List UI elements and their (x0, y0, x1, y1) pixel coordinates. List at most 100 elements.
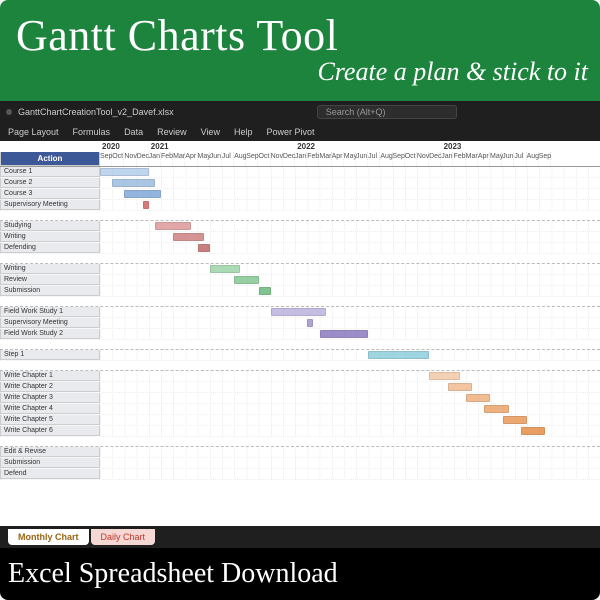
table-row: Course 3 (0, 189, 600, 200)
action-cell[interactable]: Defend (0, 469, 100, 479)
gantt-bar[interactable] (143, 201, 149, 209)
month-label: Jul (368, 152, 380, 166)
action-cell[interactable]: Step 1 (0, 350, 100, 360)
gantt-bar[interactable] (368, 351, 429, 359)
year-label: 2023 (442, 141, 588, 152)
action-cell[interactable]: Field Work Study 1 (0, 307, 100, 317)
action-cell[interactable]: Course 1 (0, 167, 100, 177)
gantt-bar[interactable] (521, 427, 545, 435)
gantt-bar[interactable] (448, 383, 472, 391)
gantt-lane (100, 221, 600, 231)
action-cell[interactable]: Studying (0, 221, 100, 231)
action-cell[interactable]: Field Work Study 2 (0, 329, 100, 339)
action-cell[interactable]: Supervisory Meeting (0, 200, 100, 210)
month-label: Feb (307, 152, 319, 166)
month-label: Jul (514, 152, 526, 166)
gantt-lane (100, 415, 600, 425)
ribbon-tab[interactable]: View (201, 127, 220, 137)
gantt-lane (100, 382, 600, 392)
ribbon-tab[interactable]: Help (234, 127, 253, 137)
gantt-bar[interactable] (112, 179, 155, 187)
gantt-bar[interactable] (271, 308, 326, 316)
section-divider (0, 437, 600, 447)
month-label: Aug (380, 152, 392, 166)
gantt-bar[interactable] (320, 330, 369, 338)
table-row: Review (0, 275, 600, 286)
month-label: Feb (161, 152, 173, 166)
gantt-lane (100, 447, 600, 457)
action-cell[interactable]: Submission (0, 286, 100, 296)
action-cell[interactable]: Course 3 (0, 189, 100, 199)
ribbon-tab[interactable]: Review (157, 127, 187, 137)
action-cell[interactable]: Submission (0, 458, 100, 468)
gantt-lane (100, 167, 600, 177)
action-cell[interactable]: Defending (0, 243, 100, 253)
gantt-lane (100, 307, 600, 317)
table-row: Field Work Study 2 (0, 329, 600, 340)
section-divider (0, 340, 600, 350)
action-cell[interactable]: Write Chapter 5 (0, 415, 100, 425)
gantt-lane (100, 200, 600, 210)
month-label: Sep (539, 152, 551, 166)
month-label: Sep (246, 152, 258, 166)
ribbon-tabs: Page Layout Formulas Data Review View Help Pow… (0, 123, 600, 141)
action-cell[interactable]: Write Chapter 3 (0, 393, 100, 403)
tab-daily-chart[interactable]: Daily Chart (91, 529, 156, 545)
section-divider (0, 361, 600, 371)
gantt-bar[interactable] (429, 372, 460, 380)
table-row: Field Work Study 1 (0, 307, 600, 318)
gantt-bar[interactable] (466, 394, 490, 402)
gantt-bar[interactable] (484, 405, 508, 413)
gantt-bar[interactable] (234, 276, 258, 284)
action-column-header: Action (0, 152, 100, 166)
filename-label: GanttChartCreationTool_v2_Davef.xlsx (18, 107, 174, 117)
ribbon-tab[interactable]: Page Layout (8, 127, 59, 137)
gantt-bar[interactable] (210, 265, 241, 273)
promo-banner-bottom: Excel Spreadsheet Download (0, 548, 600, 600)
action-cell[interactable]: Write Chapter 4 (0, 404, 100, 414)
gantt-lane (100, 286, 600, 296)
gantt-bar[interactable] (307, 319, 313, 327)
month-label: Nov (271, 152, 283, 166)
tab-monthly-chart[interactable]: Monthly Chart (8, 529, 89, 545)
search-input[interactable]: Search (Alt+Q) (317, 105, 457, 119)
ribbon-tab[interactable]: Data (124, 127, 143, 137)
ribbon-tab[interactable]: Power Pivot (266, 127, 314, 137)
gantt-bar[interactable] (259, 287, 271, 295)
action-cell[interactable]: Course 2 (0, 178, 100, 188)
month-label: Aug (234, 152, 246, 166)
action-cell[interactable]: Write Chapter 1 (0, 371, 100, 381)
gantt-bar[interactable] (124, 190, 161, 198)
section-divider (0, 297, 600, 307)
table-row: Write Chapter 2 (0, 382, 600, 393)
table-row: Submission (0, 286, 600, 297)
action-cell[interactable]: Edit & Revise (0, 447, 100, 457)
month-label: Apr (478, 152, 490, 166)
gantt-bar[interactable] (173, 233, 204, 241)
action-cell[interactable]: Writing (0, 264, 100, 274)
table-row: Studying (0, 221, 600, 232)
promo-footer-text: Excel Spreadsheet Download (8, 558, 338, 590)
action-cell[interactable]: Write Chapter 2 (0, 382, 100, 392)
month-label: Dec (283, 152, 295, 166)
spreadsheet-area[interactable]: 2020202120222023 Action SepOctNovDecJanF… (0, 141, 600, 526)
month-label: May (490, 152, 502, 166)
action-cell[interactable]: Supervisory Meeting (0, 318, 100, 328)
month-label: Oct (405, 152, 417, 166)
month-label: May (198, 152, 210, 166)
action-cell[interactable]: Writing (0, 232, 100, 242)
gantt-lane (100, 350, 600, 360)
gantt-bar[interactable] (503, 416, 527, 424)
sheet-tab-bar: Monthly Chart Daily Chart (0, 526, 600, 548)
table-row: Writing (0, 232, 600, 243)
action-cell[interactable]: Write Chapter 6 (0, 426, 100, 436)
promo-subtitle: Create a plan & stick to it (16, 57, 600, 87)
month-label: Apr (332, 152, 344, 166)
gantt-bar[interactable] (100, 168, 149, 176)
gantt-bar[interactable] (198, 244, 210, 252)
gantt-bar[interactable] (155, 222, 192, 230)
table-row: Submission (0, 458, 600, 469)
month-label: Sep (393, 152, 405, 166)
ribbon-tab[interactable]: Formulas (73, 127, 111, 137)
action-cell[interactable]: Review (0, 275, 100, 285)
